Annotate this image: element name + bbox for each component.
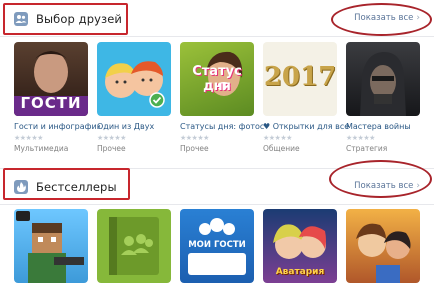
annotation-box-bestsellers-title: [3, 168, 130, 200]
status-app-icon[interactable]: Статус дня: [180, 42, 254, 116]
app-name[interactable]: ♥ Открытки для всех: [263, 122, 349, 131]
app-thumb-text: ГОСТИ: [20, 94, 82, 112]
two-faces-app-icon[interactable]: [97, 42, 171, 116]
app-category: Прочее: [180, 144, 209, 153]
app-category: Общение: [263, 144, 300, 153]
blocky-shooter-app-icon[interactable]: [14, 209, 88, 283]
app-thumb-text: Аватария: [275, 267, 325, 277]
rating-stars: ★★★★★: [180, 134, 209, 142]
war-masters-app-icon[interactable]: [346, 42, 420, 116]
heroes-app-icon[interactable]: [346, 209, 420, 283]
rating-stars: ★★★★★: [346, 134, 375, 142]
app-name[interactable]: Мастера войны: [346, 122, 432, 131]
annotation-oval-bestsellers-show-all: [329, 160, 432, 198]
guests-app-icon[interactable]: ГОСТИ: [14, 42, 88, 116]
rating-stars: ★★★★★: [263, 134, 292, 142]
app-thumb-text: МОИ ГОСТИ: [188, 240, 246, 250]
postcards-app-icon[interactable]: 2017: [263, 42, 337, 116]
app-name[interactable]: Гости и инфографика!: [14, 122, 100, 131]
rating-stars: ★★★★★: [14, 134, 43, 142]
app-category: Стратегия: [346, 144, 388, 153]
contacts-book-app-icon[interactable]: [97, 209, 171, 283]
app-thumb-text: 2017: [263, 62, 337, 92]
annotation-box-friends-title: [3, 3, 128, 35]
my-guests-app-icon[interactable]: МОИ ГОСТИ: [180, 209, 254, 283]
app-category: Прочее: [97, 144, 126, 153]
annotation-oval-friends-show-all: [331, 3, 432, 36]
app-name[interactable]: Статусы дня: фотостатусы: [180, 122, 266, 131]
app-category: Мультимедиа: [14, 144, 69, 153]
rating-stars: ★★★★★: [97, 134, 126, 142]
app-name[interactable]: Один из Двух: [97, 122, 183, 131]
app-thumb-text: Статус дня: [192, 64, 242, 94]
avataria-app-icon[interactable]: Аватария: [263, 209, 337, 283]
